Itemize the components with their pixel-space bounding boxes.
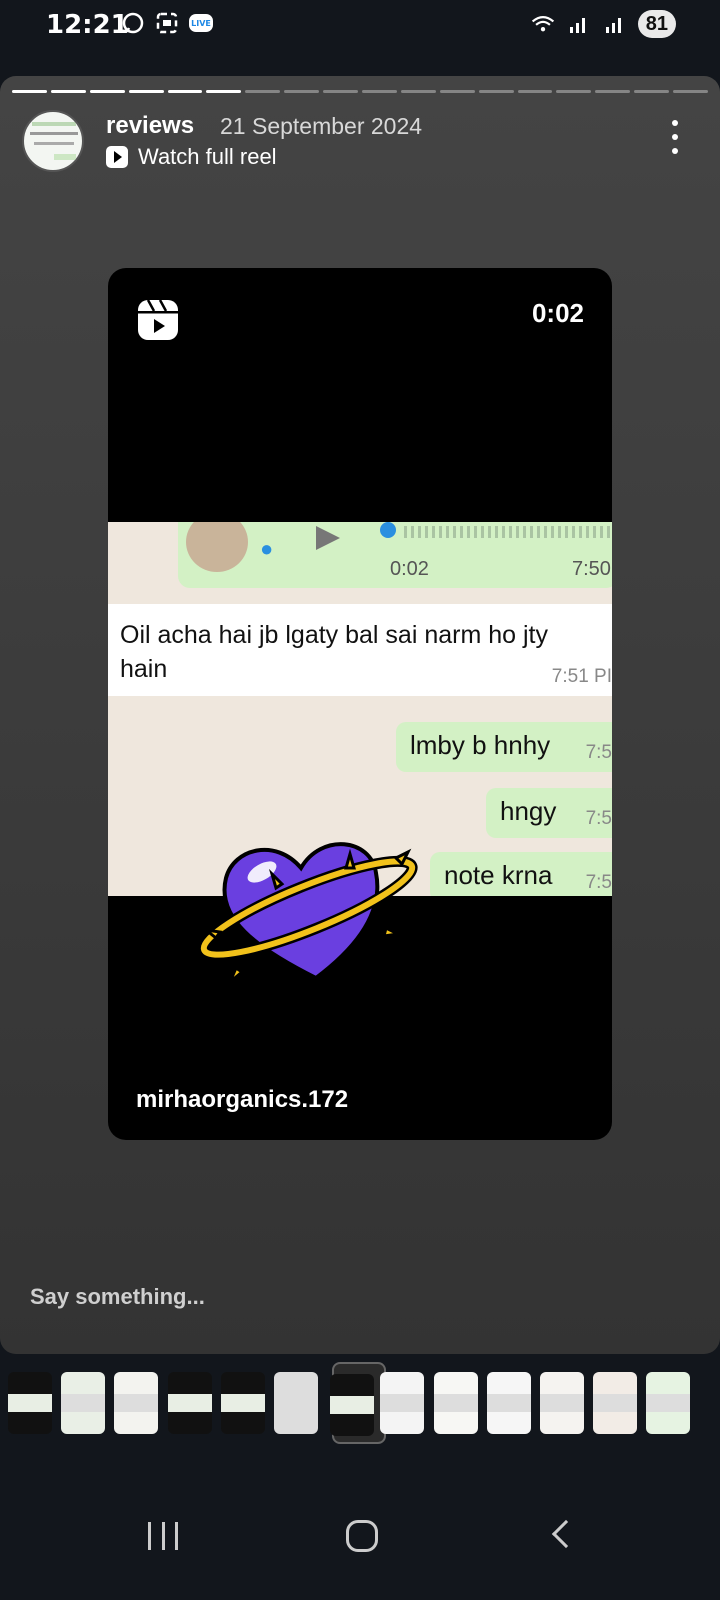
- voice-progress-dot: [380, 522, 396, 538]
- outgoing-message-text: hngy: [500, 796, 557, 826]
- story-thumbnail[interactable]: [380, 1372, 425, 1434]
- outgoing-message-time: 7:5: [585, 872, 612, 893]
- voice-duration: 0:02: [390, 558, 429, 580]
- story-thumbnail[interactable]: [114, 1372, 159, 1434]
- story-thumbnail[interactable]: [646, 1372, 691, 1434]
- back-icon[interactable]: [551, 1519, 581, 1549]
- microphone-icon: ●: [260, 536, 274, 561]
- story-thumbnail[interactable]: [540, 1372, 584, 1434]
- story-thumbnail[interactable]: [330, 1374, 375, 1436]
- more-options-icon[interactable]: [670, 120, 680, 154]
- wifi-icon: [530, 11, 556, 37]
- story-thumbnail[interactable]: [220, 1372, 265, 1434]
- signal-icon: [566, 11, 592, 37]
- story-date: 21 September 2024: [220, 113, 423, 139]
- incoming-message-time: 7:51 PI: [551, 666, 612, 687]
- story-thumbnail[interactable]: [486, 1372, 531, 1434]
- story-thumbnails: [0, 1362, 720, 1462]
- story-progress-segment: [439, 90, 475, 93]
- screenshot-icon: [154, 10, 180, 36]
- story-progress-segment: [634, 90, 670, 93]
- incoming-message: Oil acha hai jb lgaty bal sai narm ho jt…: [108, 604, 612, 696]
- incoming-message-text: Oil acha hai jb lgaty bal sai narm ho jt…: [120, 621, 548, 683]
- watch-full-reel-link[interactable]: Watch full reel: [106, 144, 277, 170]
- battery-indicator: 81: [637, 10, 676, 38]
- reel-duration: 0:02: [531, 298, 584, 328]
- outgoing-message: hngy 7:5: [486, 788, 612, 838]
- status-bar: 12:21 LIVE 81: [0, 0, 720, 48]
- navigation-bar: [0, 1478, 720, 1600]
- story-progress-segment: [595, 90, 631, 93]
- story-thumbnail[interactable]: [167, 1372, 212, 1434]
- story-progress-segment: [323, 90, 359, 93]
- voice-time: 7:50: [572, 558, 611, 580]
- story-progress-segment: [478, 90, 514, 93]
- home-icon[interactable]: [346, 1520, 378, 1552]
- story-progress-segment: [245, 90, 281, 93]
- story-progress-segment: [206, 90, 242, 93]
- recent-apps-icon[interactable]: [148, 1522, 178, 1552]
- heart-sticker-icon: [196, 828, 426, 998]
- whatsapp-icon: [120, 10, 146, 36]
- outgoing-message-time: 7:5: [585, 808, 612, 829]
- watch-full-reel-label: Watch full reel: [138, 144, 277, 169]
- story-thumbnail[interactable]: [8, 1372, 52, 1434]
- reels-icon: [136, 298, 180, 342]
- avatar[interactable]: [22, 110, 84, 172]
- outgoing-message: note krna 7:5: [430, 852, 612, 896]
- voice-waveform: [404, 526, 612, 538]
- signal-icon: [602, 11, 628, 37]
- status-time: 12:21: [46, 10, 129, 40]
- status-right-icons: 81: [530, 10, 676, 38]
- story-progress: [12, 90, 709, 94]
- status-left-icons: LIVE: [120, 10, 214, 36]
- story-username[interactable]: reviews: [106, 112, 194, 140]
- story-panel[interactable]: reviews 21 September 2024 Watch full ree…: [0, 76, 720, 1354]
- reel-author-handle[interactable]: mirhaorganics.172: [136, 1086, 348, 1114]
- play-icon: [316, 526, 340, 550]
- svg-text:LIVE: LIVE: [191, 19, 211, 28]
- reel-preview[interactable]: 0:02 ● 0:02 7:50 Oil acha hai jb lgaty b…: [108, 268, 612, 1140]
- story-progress-segment: [362, 90, 397, 93]
- story-progress-segment: [556, 90, 592, 93]
- play-icon: [106, 146, 128, 168]
- story-progress-segment: [673, 90, 709, 93]
- story-progress-segment: [517, 90, 553, 93]
- voice-note-avatar: [186, 522, 248, 572]
- story-progress-segment: [167, 90, 203, 93]
- story-thumbnail[interactable]: [61, 1372, 106, 1434]
- voice-note: ● 0:02 7:50: [178, 522, 612, 588]
- story-thumbnail[interactable]: [593, 1372, 638, 1434]
- story-thumbnail[interactable]: [433, 1372, 478, 1434]
- reply-input[interactable]: Say something...: [30, 1284, 205, 1310]
- outgoing-message-text: lmby b hnhy: [410, 730, 551, 760]
- story-progress-segment: [284, 90, 320, 93]
- story-progress-segment: [128, 90, 164, 93]
- story-progress-segment: [400, 90, 436, 93]
- live-icon: LIVE: [188, 10, 214, 36]
- story-thumbnail[interactable]: [274, 1372, 318, 1434]
- outgoing-message: lmby b hnhy 7:5: [396, 722, 612, 772]
- story-progress-segment: [50, 90, 86, 93]
- outgoing-message-text: note krna: [444, 860, 553, 890]
- outgoing-message-time: 7:5: [585, 742, 612, 763]
- story-progress-segment: [89, 90, 125, 93]
- story-progress-segment: [12, 90, 47, 93]
